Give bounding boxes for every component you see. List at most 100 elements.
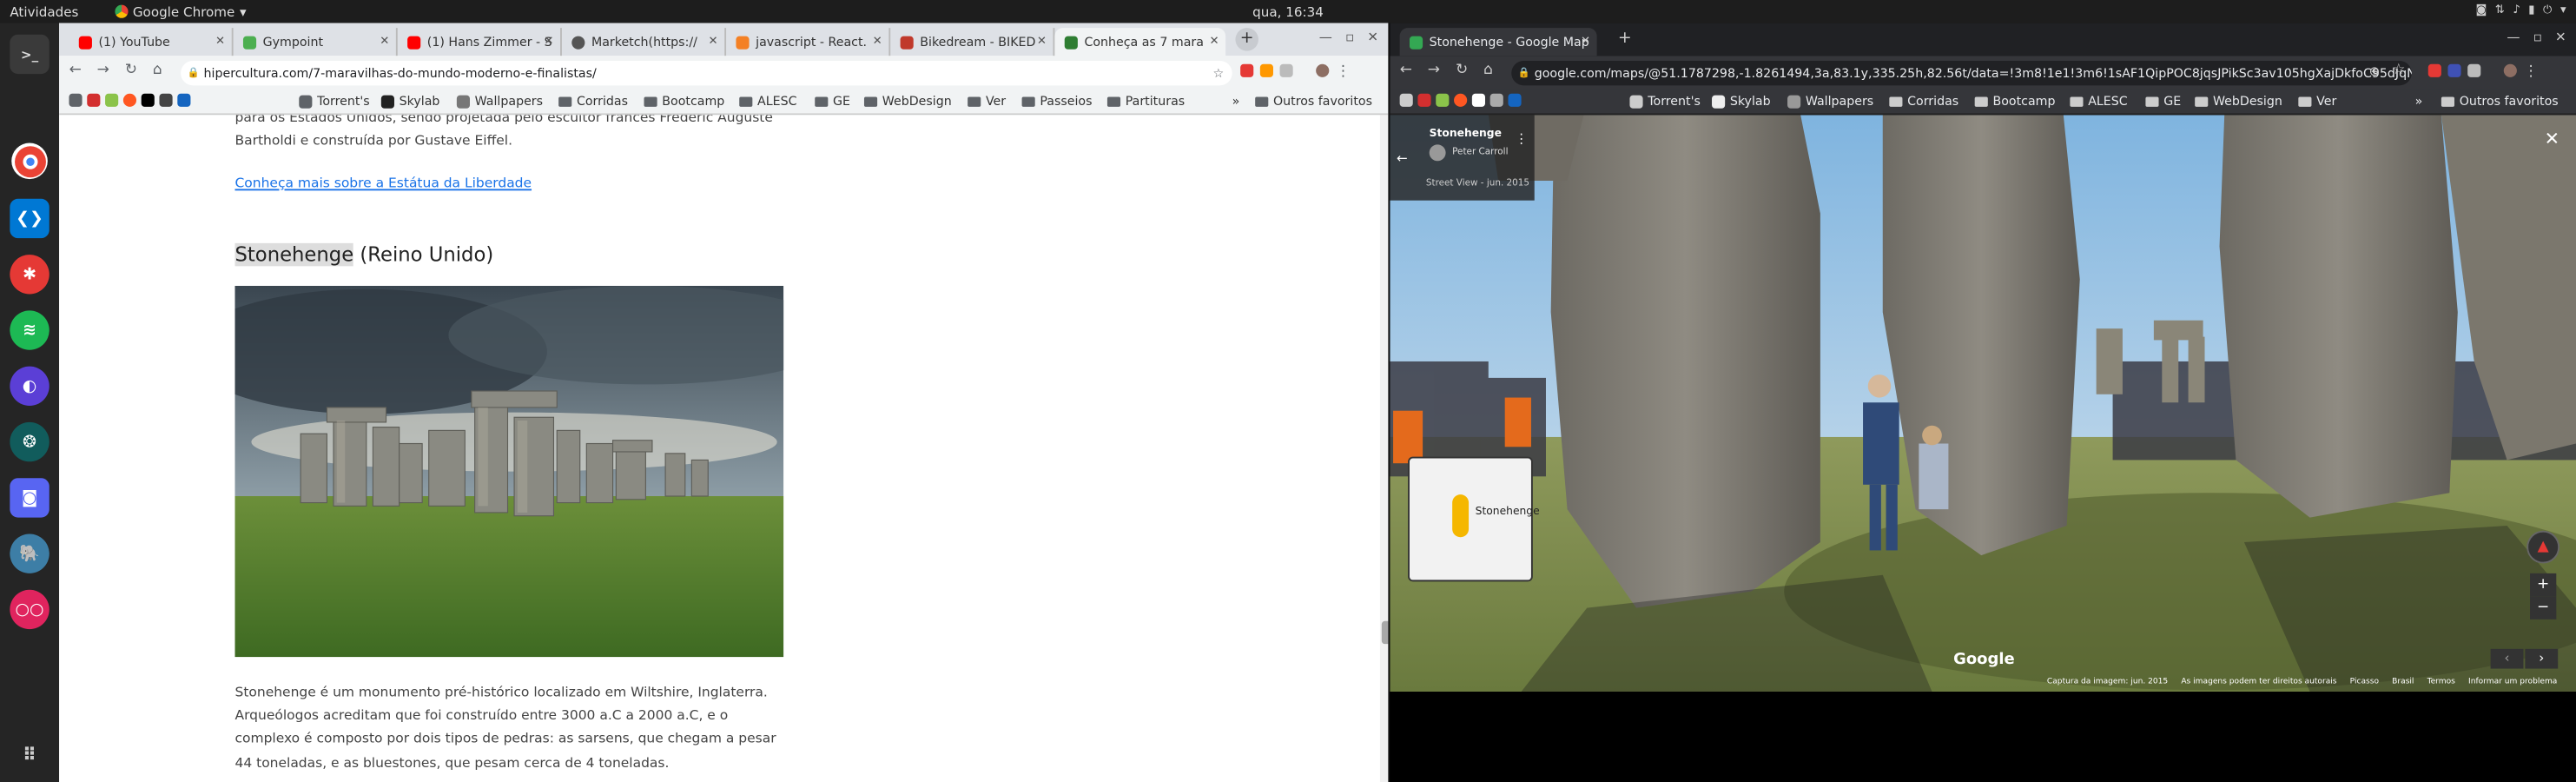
zoom-out-button[interactable]: −: [2530, 596, 2557, 620]
address-bar[interactable]: 🔒 google.com/maps/@51.1787298,-1.8261494…: [1511, 60, 2412, 86]
power-icon[interactable]: ⏻: [2543, 3, 2552, 18]
bookmark-partituras[interactable]: Partituras: [1106, 94, 1185, 109]
close-icon[interactable]: ✕: [873, 35, 882, 48]
bookmark-corridas[interactable]: Corridas: [1889, 94, 1958, 109]
tab-hans-zimmer[interactable]: (1) Hans Zimmer - S ✕: [398, 28, 562, 56]
bookmark-wallpapers[interactable]: Wallpapers: [456, 94, 543, 109]
close-icon[interactable]: ✕: [1209, 35, 1219, 48]
chrome-icon[interactable]: [11, 142, 48, 180]
system-tray[interactable]: ◙ ⇅ ♪ ▮ ⏻ ▾: [2475, 3, 2566, 18]
discord-tray-icon[interactable]: ◙: [2475, 3, 2487, 18]
bookmark-skylab[interactable]: Skylab: [1712, 94, 1771, 109]
gitkraken-icon[interactable]: ❂: [10, 421, 50, 462]
tab-google-maps[interactable]: Stonehenge - Google Map ✕: [1399, 28, 1597, 56]
close-icon[interactable]: ✕: [1367, 30, 1378, 44]
tab-bikedream[interactable]: Bikedream - BIKED ✕: [890, 28, 1055, 56]
bookmark-icons[interactable]: [1399, 93, 1522, 107]
zoom-in-button[interactable]: +: [2530, 573, 2557, 597]
discord-icon[interactable]: ◙: [10, 478, 50, 518]
minimize-icon[interactable]: —: [1319, 30, 1332, 44]
street-view-panorama[interactable]: [1390, 115, 2576, 693]
maximize-icon[interactable]: ▫: [1345, 30, 1354, 44]
bookmark-outros-favoritos[interactable]: Outros favoritos: [1255, 94, 1372, 109]
vscode-icon[interactable]: ❮❯: [10, 198, 50, 239]
tab-gympoint[interactable]: Gympoint ✕: [234, 28, 398, 56]
menu-icon[interactable]: ⋮: [1336, 64, 1351, 81]
footer-copyright[interactable]: As imagens podem ter direitos autorais: [2181, 679, 2336, 686]
bookmark-star-icon[interactable]: ☆: [2392, 63, 2405, 79]
home-icon[interactable]: ⌂: [153, 63, 162, 79]
more-options-icon[interactable]: ⋮: [1515, 131, 1528, 146]
footer-report[interactable]: Informar um problema: [2468, 679, 2557, 686]
tab-marketch[interactable]: Marketch(https:// ✕: [562, 28, 727, 56]
close-icon[interactable]: ✕: [1581, 35, 1590, 48]
compass-icon[interactable]: ▲: [2526, 530, 2560, 564]
chevron-down-icon[interactable]: ▾: [2560, 3, 2566, 18]
bookmark-bootcamp[interactable]: Bootcamp: [1974, 94, 2055, 109]
volume-icon[interactable]: ♪: [2513, 3, 2520, 18]
back-icon[interactable]: ←: [1400, 63, 1412, 79]
bookmark-alesc[interactable]: ALESC: [2070, 94, 2128, 109]
author-name[interactable]: Peter Carroll: [1452, 148, 1508, 157]
app-menu[interactable]: Google Chrome ▾: [115, 4, 247, 19]
bookmark-bootcamp[interactable]: Bootcamp: [644, 94, 724, 109]
insomnia-icon[interactable]: ✱: [10, 255, 50, 295]
footer-terms[interactable]: Termos: [2427, 679, 2455, 686]
bookmarks-overflow-icon[interactable]: »: [1232, 94, 1240, 109]
bookmark-star-icon[interactable]: ☆: [1212, 66, 1224, 81]
tab-stackoverflow[interactable]: javascript - React. ✕: [726, 28, 891, 56]
extension-icon[interactable]: [1240, 63, 1254, 77]
avatar[interactable]: [1316, 63, 1330, 77]
bookmark-webdesign[interactable]: WebDesign: [2195, 94, 2282, 109]
close-icon[interactable]: ✕: [544, 35, 553, 48]
network-icon[interactable]: ⇅: [2495, 3, 2505, 18]
location-icon[interactable]: ⊕: [2369, 64, 2381, 79]
bookmark-alesc[interactable]: ALESC: [739, 94, 797, 109]
bookmark-skylab[interactable]: Skylab: [380, 94, 439, 109]
reload-icon[interactable]: ↻: [1456, 63, 1468, 79]
back-arrow-icon[interactable]: ←: [1397, 151, 1408, 166]
eclipse-icon[interactable]: ◐: [10, 366, 50, 407]
activities-button[interactable]: Atividades: [10, 4, 78, 19]
next-photo-icon[interactable]: ›: [2525, 648, 2559, 669]
scrollbar-thumb[interactable]: [1381, 620, 1389, 645]
prev-photo-icon[interactable]: ‹: [2490, 648, 2524, 669]
terminal-icon[interactable]: >_: [10, 34, 50, 75]
tab-active-hipercultura[interactable]: Conheça as 7 mara ✕: [1054, 28, 1226, 56]
flickr-icon[interactable]: ○○: [10, 589, 50, 630]
close-icon[interactable]: ✕: [709, 35, 718, 48]
spotify-icon[interactable]: ≋: [10, 310, 50, 350]
avatar[interactable]: [2503, 63, 2517, 77]
extension-icon[interactable]: [2467, 63, 2481, 77]
bookmark-wallpapers[interactable]: Wallpapers: [1787, 94, 1873, 109]
close-icon[interactable]: ✕: [1037, 35, 1047, 48]
minimize-icon[interactable]: —: [2507, 30, 2520, 44]
bookmark-webdesign[interactable]: WebDesign: [863, 94, 952, 109]
close-street-view-icon[interactable]: ✕: [2545, 128, 2559, 149]
place-title[interactable]: Stonehenge: [1430, 127, 1502, 140]
scrollbar[interactable]: [1379, 115, 1389, 782]
close-icon[interactable]: ✕: [215, 35, 225, 48]
footer-country[interactable]: Brasil: [2392, 679, 2414, 686]
apps-grid-icon[interactable]: ⠿: [10, 734, 49, 773]
forward-icon[interactable]: →: [1428, 63, 1440, 79]
tab-youtube[interactable]: (1) YouTube ✕: [69, 28, 234, 56]
liberty-link[interactable]: Conheça mais sobre a Estátua da Liberdad…: [234, 174, 532, 190]
clock[interactable]: qua, 16:34: [0, 4, 2576, 19]
bookmark-passeios[interactable]: Passeios: [1021, 94, 1093, 109]
extension-icon[interactable]: [2427, 63, 2441, 77]
bookmark-icons[interactable]: [69, 93, 191, 107]
close-icon[interactable]: ✕: [2555, 30, 2566, 44]
extension-icon[interactable]: [1279, 63, 1293, 77]
close-icon[interactable]: ✕: [380, 35, 389, 48]
extension-icon[interactable]: [1259, 63, 1273, 77]
maximize-icon[interactable]: ▫: [2533, 30, 2542, 44]
new-tab-button[interactable]: +: [1235, 28, 1258, 51]
mini-map[interactable]: Stonehenge: [1408, 456, 1540, 582]
postgres-icon[interactable]: 🐘: [10, 533, 50, 573]
bookmark-ge[interactable]: GE: [2145, 94, 2181, 109]
extension-icon[interactable]: [2447, 63, 2461, 77]
bookmarks-overflow-icon[interactable]: »: [2415, 94, 2423, 109]
bookmark-ge[interactable]: GE: [815, 94, 850, 109]
battery-icon[interactable]: ▮: [2528, 3, 2534, 18]
